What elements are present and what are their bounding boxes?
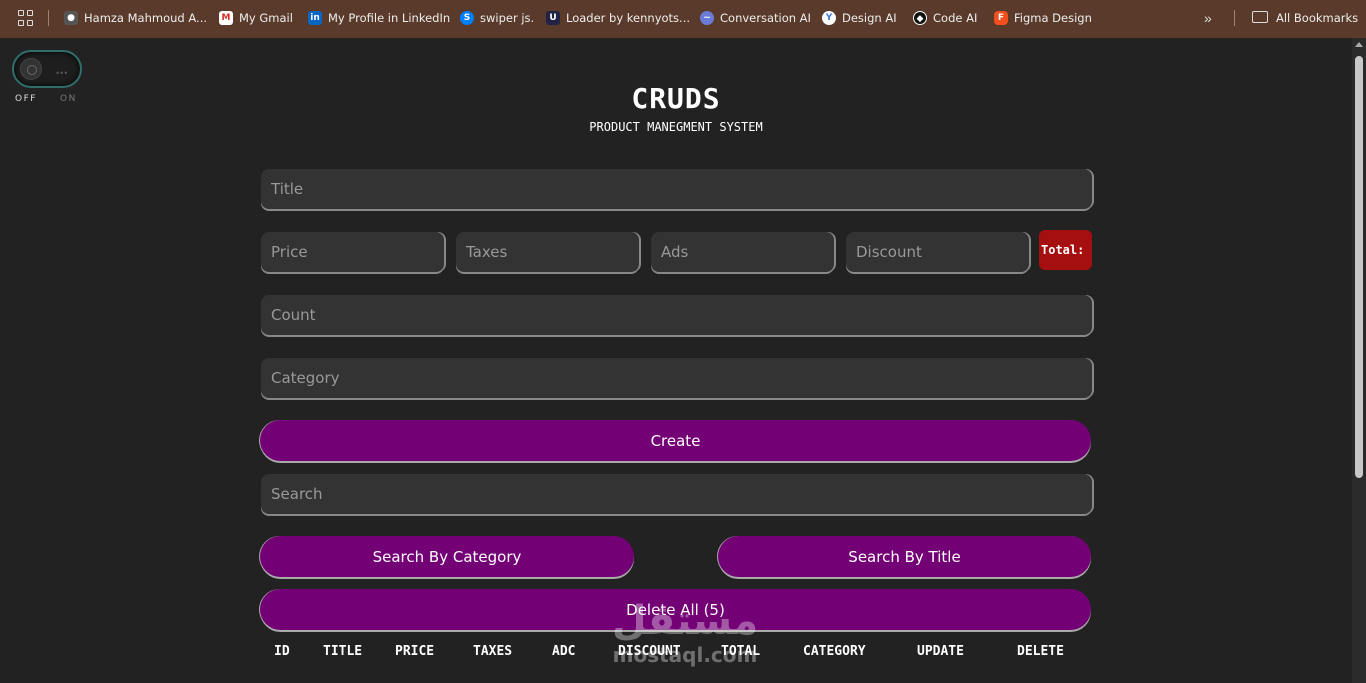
search-by-title-button[interactable]: Search By Title bbox=[718, 536, 1091, 577]
bookmarks-bar: ● Hamza Mahmoud A... M My Gmail in My Pr… bbox=[0, 0, 1366, 38]
column-header-total: TOTAL bbox=[721, 644, 761, 659]
discount-input[interactable] bbox=[846, 232, 1029, 272]
bookmark-item[interactable]: ~ Conversation AI bbox=[700, 8, 811, 28]
create-button[interactable]: Create bbox=[260, 420, 1091, 461]
search-input[interactable] bbox=[261, 474, 1092, 514]
column-header-taxes: TAXES bbox=[473, 644, 513, 659]
bookmark-label: Code AI bbox=[933, 11, 978, 25]
bookmark-item[interactable]: ● Hamza Mahmoud A... bbox=[64, 8, 207, 28]
bookmark-item[interactable]: in My Profile in LinkedIn bbox=[308, 8, 450, 28]
all-bookmarks-label: All Bookmarks bbox=[1276, 11, 1359, 25]
scroll-up-arrow-icon[interactable] bbox=[1355, 42, 1363, 47]
column-header-id: ID bbox=[274, 644, 290, 659]
design-ai-icon: Y bbox=[822, 11, 836, 25]
conversation-ai-icon: ~ bbox=[700, 11, 714, 25]
ads-input[interactable] bbox=[651, 232, 834, 272]
title-input[interactable] bbox=[261, 169, 1092, 209]
apps-grid-icon[interactable] bbox=[18, 10, 34, 26]
bookmark-item[interactable]: M My Gmail bbox=[219, 8, 293, 28]
bookmark-item[interactable]: S swiper js. bbox=[460, 8, 534, 28]
divider bbox=[1234, 10, 1235, 26]
bookmark-label: Conversation AI bbox=[720, 11, 811, 25]
toggle-knob bbox=[20, 58, 42, 80]
divider bbox=[48, 10, 49, 26]
column-header-title: TITLE bbox=[323, 644, 363, 659]
bookmark-label: Figma Design bbox=[1014, 11, 1092, 25]
column-header-price: PRICE bbox=[395, 644, 435, 659]
bookmark-item[interactable]: U Loader by kennyots... bbox=[546, 8, 690, 28]
scrollbar-thumb[interactable] bbox=[1355, 56, 1363, 478]
code-ai-icon: ◆ bbox=[913, 11, 927, 25]
bookmark-item[interactable]: ◆ Code AI bbox=[913, 8, 977, 28]
taxes-input[interactable] bbox=[456, 232, 639, 272]
bookmark-label: My Gmail bbox=[239, 11, 293, 25]
count-input[interactable] bbox=[261, 295, 1092, 335]
bookmark-label: My Profile in LinkedIn bbox=[328, 11, 451, 25]
bookmark-label: swiper js. bbox=[480, 11, 535, 25]
total-badge: Total: bbox=[1039, 230, 1092, 270]
column-header-discount: DISCOUNT bbox=[618, 644, 681, 659]
linkedin-icon: in bbox=[308, 11, 322, 25]
figma-icon: F bbox=[994, 11, 1008, 25]
profile-photo-icon: ● bbox=[64, 11, 78, 25]
category-input[interactable] bbox=[261, 358, 1092, 398]
more-bookmarks-chevron-icon[interactable]: » bbox=[1204, 10, 1212, 26]
delete-all-button[interactable]: Delete All (5) bbox=[260, 589, 1091, 630]
swiper-icon: S bbox=[460, 11, 474, 25]
page-title: CRUDS bbox=[631, 82, 721, 115]
bookmark-label: Hamza Mahmoud A... bbox=[84, 11, 208, 25]
column-header-delete: DELETE bbox=[1017, 644, 1064, 659]
page-subtitle: PRODUCT MANEGMENT SYSTEM bbox=[589, 120, 763, 134]
price-input[interactable] bbox=[261, 232, 444, 272]
toggle-dots-icon: ••• bbox=[56, 68, 69, 78]
uiverse-icon: U bbox=[546, 11, 560, 25]
all-bookmarks-button[interactable]: All Bookmarks bbox=[1276, 8, 1358, 28]
bookmark-label: Loader by kennyots... bbox=[566, 11, 691, 25]
column-header-update: UPDATE bbox=[917, 644, 964, 659]
bookmark-item[interactable]: F Figma Design bbox=[994, 8, 1092, 28]
column-header-category: CATEGORY bbox=[803, 644, 866, 659]
bookmark-label: Design AI bbox=[842, 11, 897, 25]
column-header-ads: ADC bbox=[552, 644, 576, 659]
search-by-category-button[interactable]: Search By Category bbox=[260, 536, 634, 577]
gmail-icon: M bbox=[219, 11, 233, 25]
folder-icon bbox=[1252, 11, 1268, 23]
bookmark-item[interactable]: Y Design AI bbox=[822, 8, 897, 28]
